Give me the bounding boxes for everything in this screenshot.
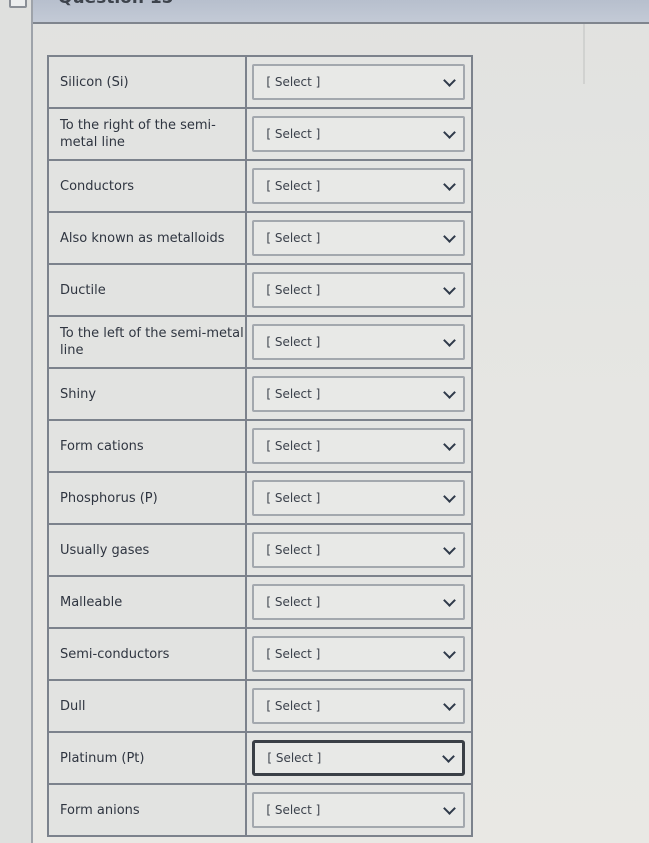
answer-dropdown[interactable]: [ Select ] xyxy=(252,740,465,776)
term-label: To the left of the semi-metal line xyxy=(46,315,248,369)
question-title: Question 15 xyxy=(58,0,174,8)
matching-row: Malleable [ Select ] xyxy=(46,575,473,629)
answer-cell: [ Select ] xyxy=(245,55,473,109)
matching-row: Ductile [ Select ] xyxy=(46,263,473,317)
answer-cell: [ Select ] xyxy=(245,159,473,213)
chevron-down-icon xyxy=(443,646,456,659)
answer-dropdown[interactable]: [ Select ] xyxy=(252,116,465,152)
quiz-page: Question 15 Silicon (Si)[ Select ]To the… xyxy=(0,0,649,843)
dropdown-selected-value: [ Select ] xyxy=(266,699,321,713)
matching-row: Semi-conductors [ Select ] xyxy=(46,627,473,681)
chevron-down-icon xyxy=(443,698,456,711)
dropdown-selected-value: [ Select ] xyxy=(266,647,321,661)
term-label: Platinum (Pt) xyxy=(46,731,248,785)
matching-row: Shiny [ Select ] xyxy=(46,367,473,421)
chevron-down-icon xyxy=(443,438,456,451)
chevron-down-icon xyxy=(443,802,456,815)
matching-row: Silicon (Si) [ Select ] xyxy=(46,55,473,109)
term-label: Ductile xyxy=(46,263,248,317)
dropdown-selected-value: [ Select ] xyxy=(266,491,321,505)
answer-cell: [ Select ] xyxy=(245,419,473,473)
matching-row: Conductors [ Select ] xyxy=(46,159,473,213)
matching-row: To the right of the semi-metal line [ Sel… xyxy=(46,107,473,161)
answer-dropdown[interactable]: [ Select ] xyxy=(252,792,465,828)
dropdown-selected-value: [ Select ] xyxy=(266,283,321,297)
answer-dropdown[interactable]: [ Select ] xyxy=(252,376,465,412)
chevron-down-icon xyxy=(443,178,456,191)
term-label: Phosphorus (P) xyxy=(46,471,248,525)
answer-cell: [ Select ] xyxy=(245,731,473,785)
answer-cell: [ Select ] xyxy=(245,627,473,681)
chevron-down-icon xyxy=(443,542,456,555)
matching-row: Usually gases [ Select ] xyxy=(46,523,473,577)
answer-cell: [ Select ] xyxy=(245,107,473,161)
left-gutter xyxy=(0,0,33,843)
chevron-down-icon xyxy=(443,74,456,87)
dropdown-selected-value: [ Select ] xyxy=(266,387,321,401)
answer-dropdown[interactable]: [ Select ] xyxy=(252,636,465,672)
answer-dropdown[interactable]: [ Select ] xyxy=(252,324,465,360)
dropdown-selected-value: [ Select ] xyxy=(266,803,321,817)
dropdown-selected-value: [ Select ] xyxy=(266,543,321,557)
dropdown-selected-value: [ Select ] xyxy=(266,439,321,453)
chevron-down-icon xyxy=(443,490,456,503)
chevron-down-icon xyxy=(443,334,456,347)
matching-row: Dull [ Select ] xyxy=(46,679,473,733)
chevron-down-icon xyxy=(443,386,456,399)
matching-table: Silicon (Si)[ Select ] To the right of th… xyxy=(46,55,473,837)
answer-dropdown[interactable]: [ Select ] xyxy=(252,480,465,516)
chevron-down-icon xyxy=(443,230,456,243)
dropdown-selected-value: [ Select ] xyxy=(266,231,321,245)
answer-dropdown[interactable]: [ Select ] xyxy=(252,272,465,308)
answer-cell: [ Select ] xyxy=(245,471,473,525)
matching-row: Platinum (Pt) [ Select ] xyxy=(46,731,473,785)
term-label: Usually gases xyxy=(46,523,248,577)
chevron-down-icon xyxy=(443,126,456,139)
matching-row: Also known as metalloids [ Select ] xyxy=(46,211,473,265)
dropdown-selected-value: [ Select ] xyxy=(266,127,321,141)
term-label: Conductors xyxy=(46,159,248,213)
term-label: Semi-conductors xyxy=(46,627,248,681)
term-label: Also known as metalloids xyxy=(46,211,248,265)
matching-row: To the left of the semi-metal line [ Sele… xyxy=(46,315,473,369)
answer-dropdown[interactable]: [ Select ] xyxy=(252,64,465,100)
dropdown-selected-value: [ Select ] xyxy=(266,335,321,349)
term-label: Silicon (Si) xyxy=(46,55,248,109)
answer-cell: [ Select ] xyxy=(245,367,473,421)
answer-dropdown[interactable]: [ Select ] xyxy=(252,688,465,724)
term-label: Shiny xyxy=(46,367,248,421)
answer-cell: [ Select ] xyxy=(245,523,473,577)
answer-cell: [ Select ] xyxy=(245,263,473,317)
matching-row: Form cations [ Select ] xyxy=(46,419,473,473)
answer-dropdown[interactable]: [ Select ] xyxy=(252,168,465,204)
answer-cell: [ Select ] xyxy=(245,783,473,837)
answer-dropdown[interactable]: [ Select ] xyxy=(252,428,465,464)
chevron-down-icon xyxy=(443,282,456,295)
answer-dropdown[interactable]: [ Select ] xyxy=(252,220,465,256)
dropdown-selected-value: [ Select ] xyxy=(266,595,321,609)
dropdown-selected-value: [ Select ] xyxy=(266,179,321,193)
chevron-down-icon xyxy=(442,750,455,763)
screen-glare xyxy=(583,24,585,84)
question-header: Question 15 xyxy=(33,0,649,24)
answer-dropdown[interactable]: [ Select ] xyxy=(252,532,465,568)
matching-row: Form anions [ Select ] xyxy=(46,783,473,837)
answer-dropdown[interactable]: [ Select ] xyxy=(252,584,465,620)
term-label: Form anions xyxy=(46,783,248,837)
answer-cell: [ Select ] xyxy=(245,315,473,369)
answer-cell: [ Select ] xyxy=(245,575,473,629)
answer-cell: [ Select ] xyxy=(245,679,473,733)
chevron-down-icon xyxy=(443,594,456,607)
term-label: To the right of the semi-metal line xyxy=(46,107,248,161)
answer-cell: [ Select ] xyxy=(245,211,473,265)
dropdown-selected-value: [ Select ] xyxy=(267,751,322,765)
term-label: Form cations xyxy=(46,419,248,473)
matching-row: Phosphorus (P) [ Select ] xyxy=(46,471,473,525)
dropdown-selected-value: [ Select ] xyxy=(266,75,321,89)
flag-question-checkbox[interactable] xyxy=(9,0,27,8)
term-label: Malleable xyxy=(46,575,248,629)
term-label: Dull xyxy=(46,679,248,733)
